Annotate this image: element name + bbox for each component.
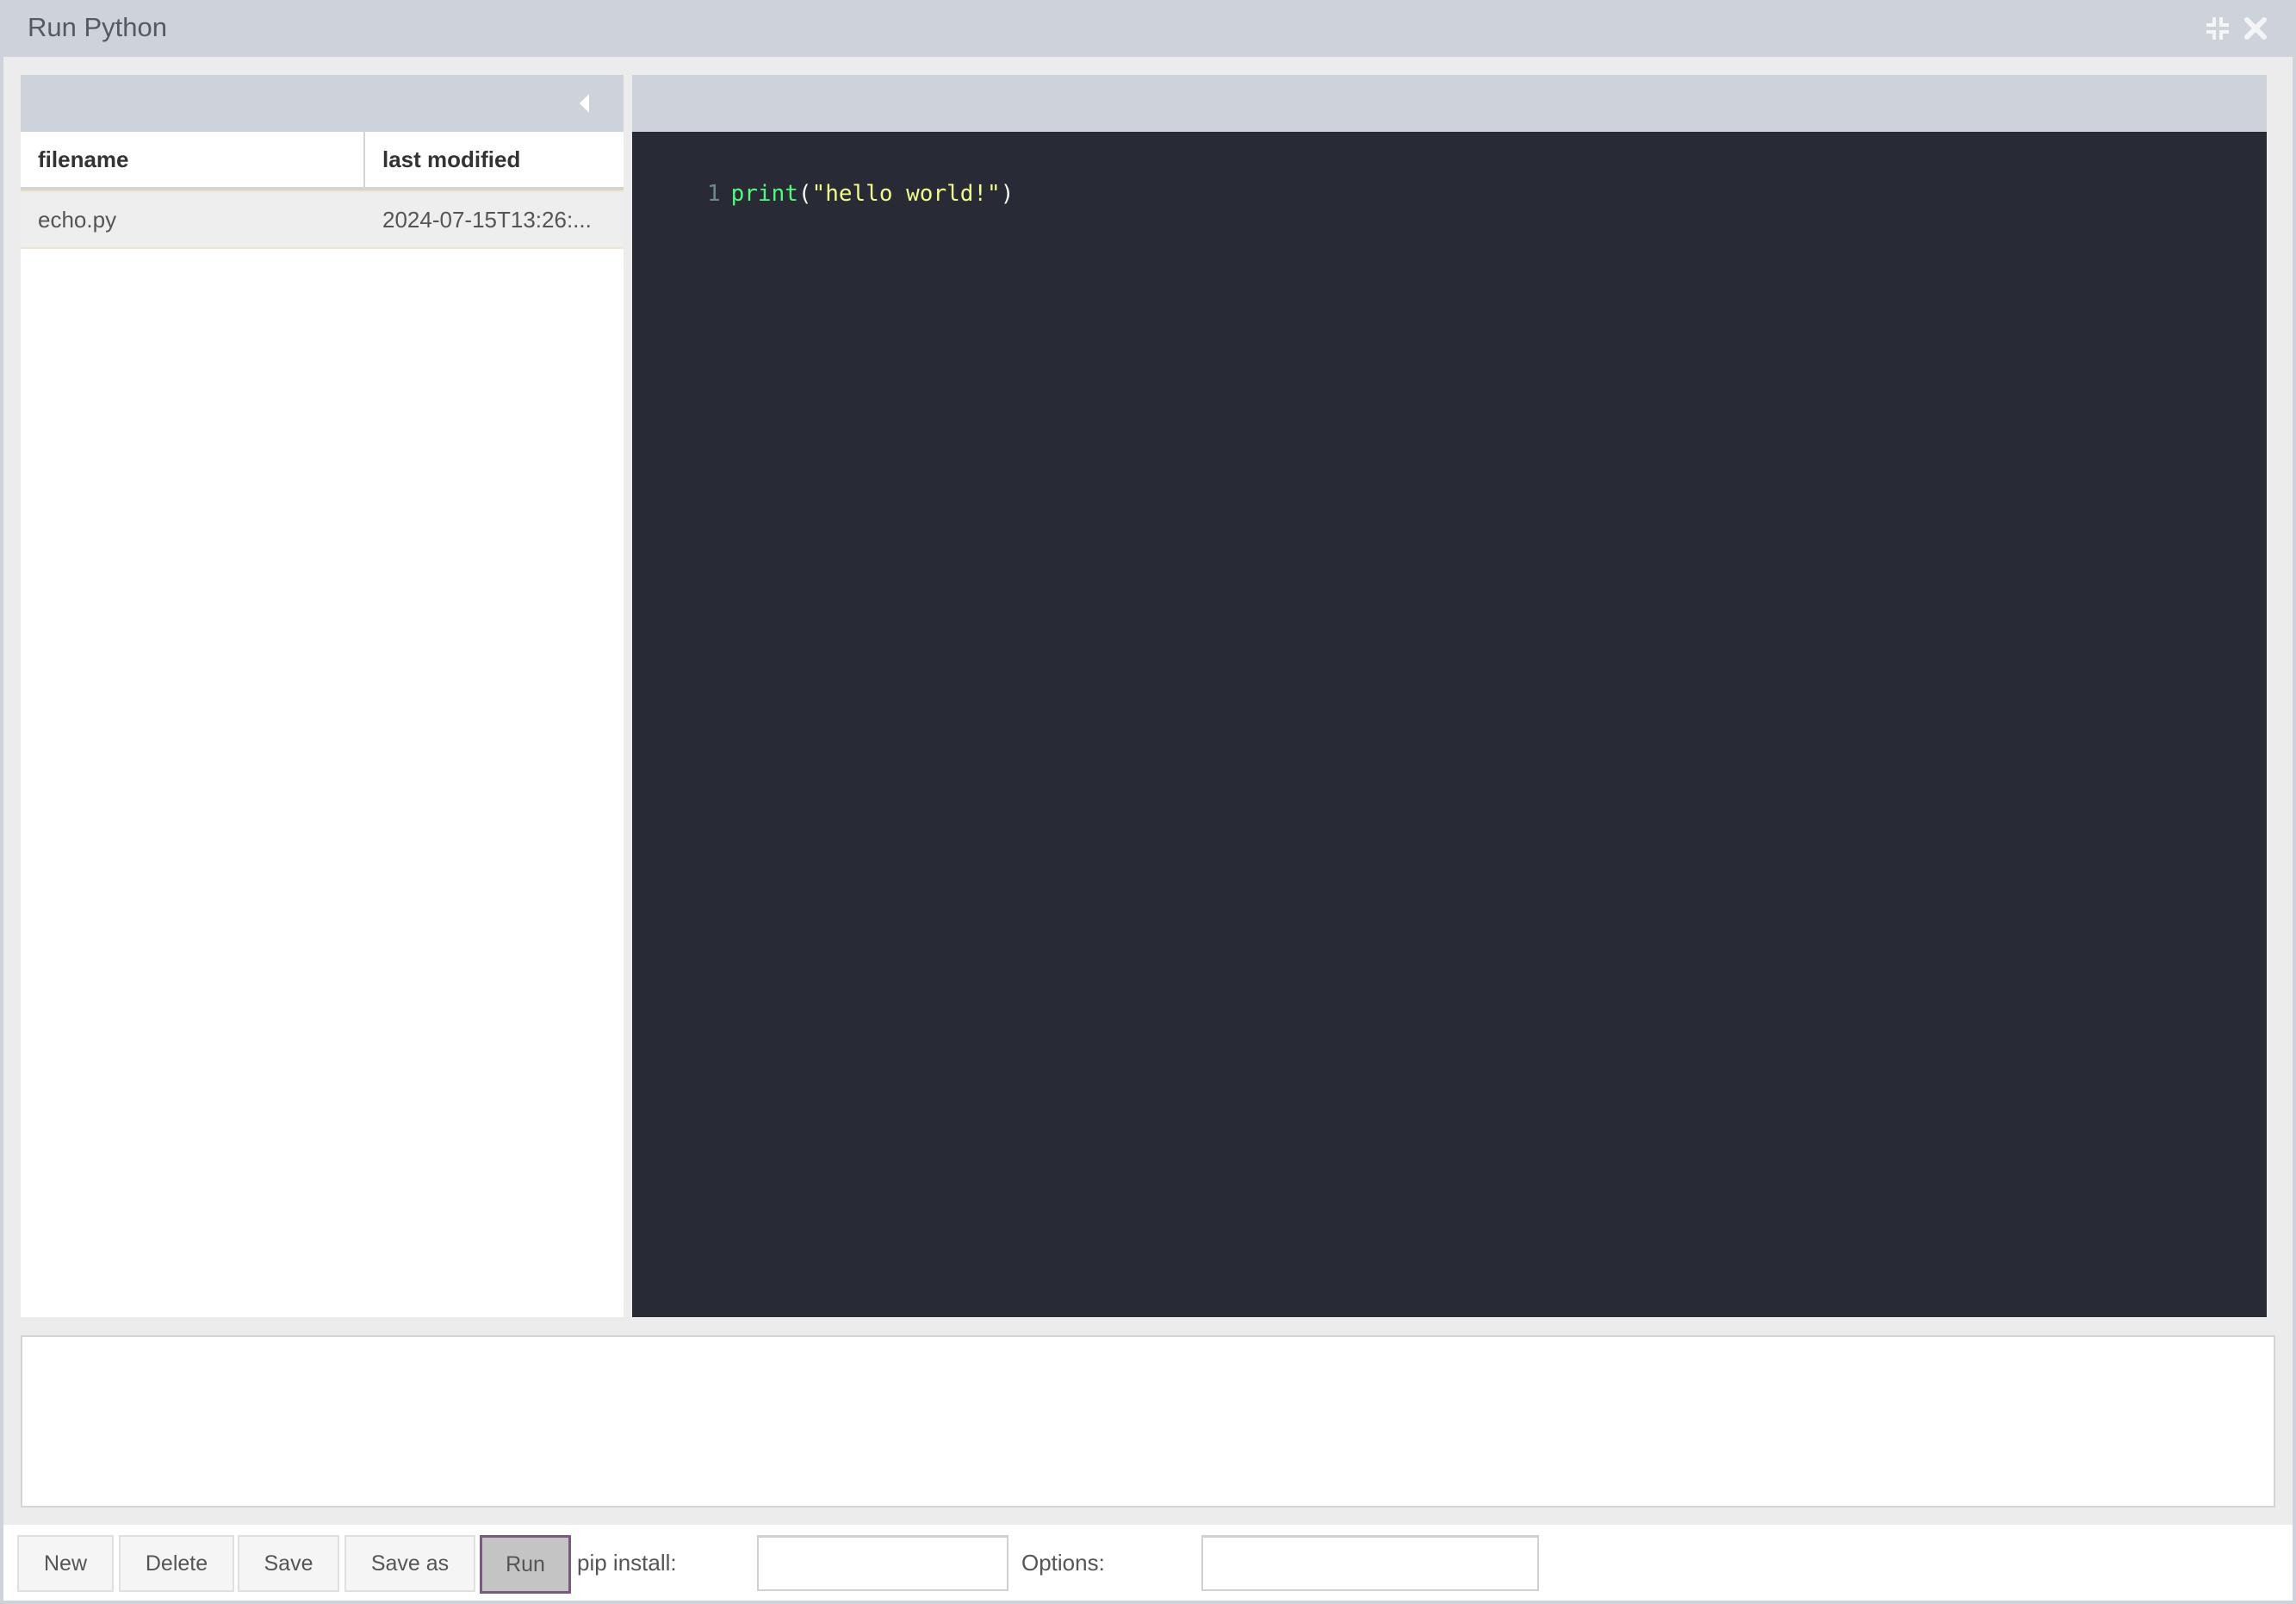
pip-install-label: pip install: [577,1550,677,1576]
code-token-function: print [730,181,798,207]
collapse-arrow-icon[interactable] [580,94,589,113]
minimize-icon[interactable] [2205,16,2231,41]
code-token-paren: ) [1000,181,1015,207]
table-row[interactable]: echo.py 2024-07-15T13:26:... [21,190,624,249]
run-button[interactable]: Run [480,1535,571,1594]
cell-filename: echo.py [38,207,117,233]
save-as-button[interactable]: Save as [344,1535,475,1592]
window-title: Run Python [28,12,167,42]
save-button[interactable]: Save [238,1535,339,1592]
column-header-filename[interactable]: filename [38,132,129,187]
delete-button[interactable]: Delete [119,1535,234,1592]
file-table-body: echo.py 2024-07-15T13:26:... [21,190,624,321]
bottom-toolbar: New Delete Save Save as Run pip install:… [3,1525,2293,1601]
new-button[interactable]: New [17,1535,114,1592]
output-console[interactable] [21,1335,2275,1508]
column-resizer[interactable] [363,132,365,187]
line-number: 1 [706,181,721,207]
code-token-string: "hello world!" [811,181,1001,207]
editor-header-bar [632,75,2267,132]
title-bar[interactable]: Run Python [0,0,2296,57]
code-token-paren: ( [797,181,812,207]
column-header-last-modified[interactable]: last modified [382,132,520,187]
code-editor[interactable]: 1 print("hello world!") [632,75,2267,1317]
file-list-header-bar [21,75,624,132]
file-list-panel: filename last modified echo.py 2024-07-1… [21,75,624,1317]
options-label: Options: [1021,1550,1105,1576]
code-line[interactable]: 1 print("hello world!") [632,142,1014,207]
close-icon[interactable] [2243,16,2268,41]
options-input[interactable] [1201,1535,1539,1591]
file-table-header: filename last modified [21,132,624,190]
cell-last-modified: 2024-07-15T13:26:... [382,207,592,233]
pip-install-input[interactable] [757,1535,1008,1591]
